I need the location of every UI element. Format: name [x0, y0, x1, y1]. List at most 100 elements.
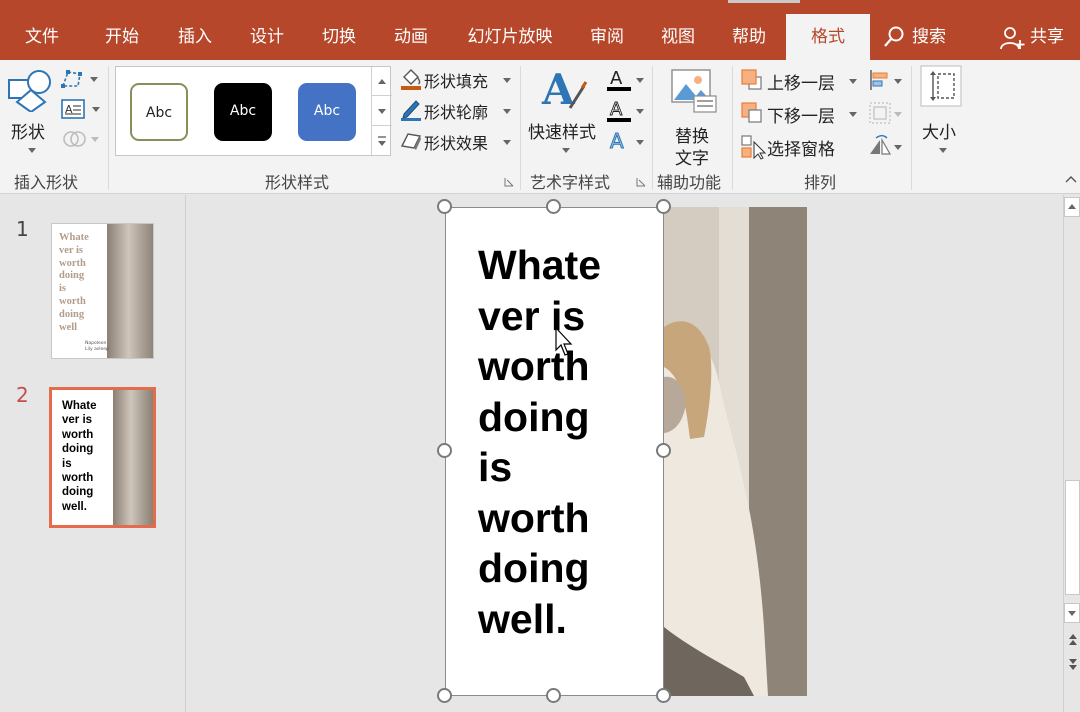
chevron-down-icon — [894, 145, 902, 150]
merge-shapes-icon — [63, 131, 86, 147]
shape-style-gallery: Abc Abc Abc — [115, 66, 392, 156]
resize-handle-right[interactable] — [656, 443, 671, 458]
rotate-button[interactable] — [866, 132, 906, 160]
tab-design[interactable]: 设计 — [235, 14, 299, 60]
selection-pane-button[interactable]: 选择窗格 — [738, 132, 860, 160]
tab-animations[interactable]: 动画 — [379, 14, 443, 60]
slide-number: 2 — [16, 383, 29, 407]
bring-forward-button[interactable]: 上移一层 — [738, 66, 860, 94]
gallery-up-button[interactable] — [372, 67, 392, 96]
chevron-down-icon — [503, 78, 511, 83]
scroll-up-button[interactable] — [1064, 197, 1080, 217]
chevron-down-icon — [503, 140, 511, 145]
search-button[interactable]: 搜索 — [880, 14, 980, 60]
group-label-arrange: 排列 — [804, 173, 837, 192]
slide-number: 1 — [16, 217, 29, 241]
search-icon — [884, 26, 904, 47]
more-icon — [378, 136, 386, 146]
resize-handle-bottom[interactable] — [546, 688, 561, 703]
chevron-down-icon — [849, 112, 857, 117]
text-effects-icon: A — [610, 129, 625, 154]
text-box-button[interactable]: A — [58, 96, 100, 122]
quick-styles-button[interactable]: A 快速样式 — [526, 66, 604, 160]
align-icon — [870, 70, 888, 90]
chevron-down-icon — [1068, 611, 1076, 616]
text-outline-button[interactable]: A — [604, 97, 648, 125]
resize-handle-top[interactable] — [546, 199, 561, 214]
text-effects-button[interactable]: A — [604, 128, 648, 156]
chevron-up-icon — [378, 79, 386, 84]
send-backward-button[interactable]: 下移一层 — [738, 99, 860, 127]
thumbnail-photo — [113, 390, 153, 525]
resize-handle-top-right[interactable] — [656, 199, 671, 214]
shape-fill-button[interactable]: 形状填充 — [398, 66, 514, 94]
shape-style-item[interactable]: Abc — [298, 83, 356, 141]
tab-review[interactable]: 审阅 — [576, 14, 638, 60]
shape-style-item[interactable]: Abc — [214, 83, 272, 141]
previous-slide-icon[interactable] — [1066, 631, 1080, 647]
scroll-thumb[interactable] — [1065, 480, 1080, 595]
chevron-down-icon — [92, 107, 100, 112]
shapes-button[interactable]: 形状 — [4, 66, 54, 160]
text-outline-icon: A — [607, 99, 631, 122]
woman-photo-image — [664, 207, 807, 696]
chevron-down-icon — [894, 112, 902, 117]
share-button[interactable]: 共享 — [995, 14, 1080, 60]
tab-help[interactable]: 帮助 — [717, 14, 781, 60]
gallery-more-button[interactable] — [372, 127, 392, 156]
text-fill-button[interactable]: A — [604, 66, 648, 94]
tab-slideshow[interactable]: 幻灯片放映 — [455, 14, 565, 60]
chevron-down-icon — [849, 79, 857, 84]
group-divider — [911, 66, 912, 190]
chevron-down-icon — [939, 148, 947, 153]
gallery-down-button[interactable] — [372, 97, 392, 126]
shape-style-item[interactable]: Abc — [130, 83, 188, 141]
tab-file[interactable]: 文件 — [0, 14, 84, 60]
svg-text:A: A — [610, 99, 623, 120]
edit-shape-button[interactable] — [58, 66, 100, 92]
shapes-label: 形状 — [11, 123, 45, 143]
tab-home[interactable]: 开始 — [90, 14, 154, 60]
gallery-scroll — [371, 67, 392, 155]
alt-text-button[interactable]: 替换 文字 — [660, 66, 726, 169]
resize-handle-bottom-right[interactable] — [656, 688, 671, 703]
resize-handle-bottom-left[interactable] — [437, 688, 452, 703]
thumbnail-text: Whate ver is worth doing is worth doing … — [59, 232, 89, 333]
slide-thumbnail-1[interactable]: Whate ver is worth doing is worth doing … — [51, 223, 154, 359]
shape-outline-button[interactable]: 形状轮廓 — [398, 97, 514, 125]
align-button[interactable] — [866, 66, 906, 94]
next-slide-icon[interactable] — [1066, 657, 1080, 673]
tab-transitions[interactable]: 切换 — [307, 14, 371, 60]
slide-thumbnail-2[interactable]: Whate ver is worth doing is worth doing … — [49, 387, 156, 528]
scroll-down-button[interactable] — [1064, 603, 1080, 623]
chevron-down-icon — [562, 148, 570, 153]
shape-outline-label: 形状轮廓 — [424, 103, 489, 122]
size-button[interactable]: 大小 — [917, 64, 965, 162]
shape-fill-label: 形状填充 — [424, 72, 489, 91]
user-add-icon — [1000, 27, 1025, 50]
shapes-icon — [8, 70, 51, 112]
tab-view[interactable]: 视图 — [647, 14, 709, 60]
resize-handle-left[interactable] — [437, 443, 452, 458]
search-label: 搜索 — [912, 27, 946, 47]
size-icon — [920, 65, 962, 107]
bring-forward-icon — [741, 69, 762, 90]
vertical-scrollbar[interactable] — [1063, 195, 1080, 712]
send-backward-icon — [741, 102, 762, 123]
dialog-launcher-icon[interactable] — [504, 177, 514, 187]
group-divider — [652, 66, 653, 190]
dialog-launcher-icon[interactable] — [636, 177, 646, 187]
chevron-down-icon — [28, 148, 36, 153]
title-bar-stripe — [728, 0, 800, 3]
group-label-wordart-styles: 艺术字样式 — [530, 173, 611, 192]
resize-handle-top-left[interactable] — [437, 199, 452, 214]
text-fill-icon: A — [607, 68, 631, 91]
tab-insert[interactable]: 插入 — [163, 14, 227, 60]
shape-effects-button[interactable]: 形状效果 — [398, 128, 514, 156]
ribbon-tab-bar: 文件 开始 插入 设计 切换 动画 幻灯片放映 审阅 视图 帮助 格式 搜索 共… — [0, 0, 1080, 60]
slide-headline-text[interactable]: Whate ver is worth doing is worth doing … — [478, 240, 658, 644]
slide-photo[interactable] — [664, 207, 807, 696]
collapse-ribbon-icon[interactable] — [1064, 174, 1078, 184]
tab-format[interactable]: 格式 — [786, 14, 870, 60]
group-objects-button — [866, 99, 906, 127]
